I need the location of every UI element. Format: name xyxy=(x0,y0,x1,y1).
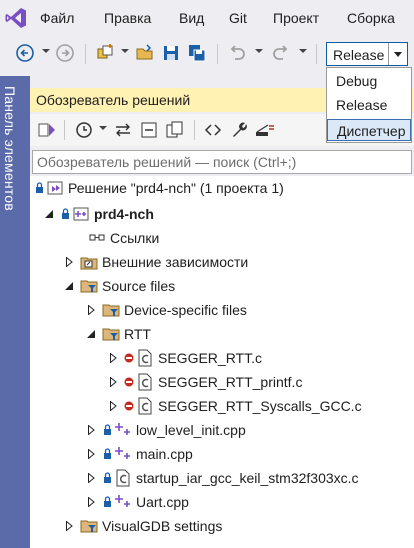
switch-views-icon[interactable] xyxy=(36,119,58,141)
forward-icon[interactable] xyxy=(54,42,76,64)
save-all-icon[interactable] xyxy=(186,42,208,64)
excluded-icon xyxy=(124,352,134,364)
tree-item-source-files[interactable]: Source files xyxy=(62,274,175,297)
expanded-arrow-icon[interactable] xyxy=(62,279,76,293)
tree-item-low-level-init-cpp[interactable]: low_level_init.cpp xyxy=(84,418,246,441)
tree-item-external-deps[interactable]: Внешние зависимости xyxy=(62,250,248,273)
tree-item-startup-c[interactable]: startup_iar_gcc_keil_stm32f303xc.c xyxy=(84,466,359,489)
tree-item-main-cpp[interactable]: main.cpp xyxy=(84,442,193,465)
new-item-dropdown-arrow-icon[interactable] xyxy=(121,49,129,53)
configuration-value: Release xyxy=(333,47,385,63)
configuration-dropdown-list: Debug Release Диспетчер xyxy=(326,67,412,143)
toolbox-side-tab-label: Панель элементов xyxy=(2,86,18,211)
collapsed-arrow-icon[interactable] xyxy=(106,351,120,365)
toolbar-separator xyxy=(194,120,195,140)
solution-search-box[interactable] xyxy=(32,150,412,174)
menu-file[interactable]: Файл xyxy=(40,10,74,26)
properties-wrench-icon[interactable] xyxy=(228,119,250,141)
excluded-icon xyxy=(124,400,134,412)
toolbox-side-tab[interactable]: Панель элементов xyxy=(0,76,30,548)
view-code-icon[interactable] xyxy=(202,119,224,141)
c-file-icon xyxy=(136,397,154,415)
lock-icon xyxy=(102,496,112,508)
pending-changes-filter-icon[interactable] xyxy=(74,119,96,141)
show-all-files-icon[interactable] xyxy=(164,119,186,141)
collapsed-arrow-icon[interactable] xyxy=(62,255,76,269)
lock-icon xyxy=(102,424,112,436)
tree-item-project[interactable]: prd4-nch xyxy=(42,202,154,225)
solution-configuration-select[interactable]: Release xyxy=(326,42,408,66)
save-icon[interactable] xyxy=(160,42,182,64)
menu-edit[interactable]: Правка xyxy=(104,10,151,26)
chevron-down-icon[interactable] xyxy=(388,43,407,65)
tree-item-solution[interactable]: Решение "prd4-nch" (1 проекта 1) xyxy=(34,176,284,199)
tree-item-device-specific-files[interactable]: Device-specific files xyxy=(84,298,247,321)
tree-item-segger-rtt-printf-c[interactable]: SEGGER_RTT_printf.c xyxy=(106,370,302,393)
lock-icon xyxy=(34,182,44,194)
config-option-release[interactable]: Release xyxy=(327,94,411,116)
filter-dropdown-arrow-icon[interactable] xyxy=(99,126,107,130)
collapsed-arrow-icon[interactable] xyxy=(62,519,76,533)
lock-icon xyxy=(102,448,112,460)
open-folder-icon[interactable] xyxy=(134,42,156,64)
back-dropdown-arrow-icon[interactable] xyxy=(42,49,50,53)
toolbar-separator xyxy=(217,44,218,64)
redo-icon[interactable] xyxy=(270,42,292,64)
solution-search-input[interactable] xyxy=(37,153,407,171)
menu-view[interactable]: Вид xyxy=(179,10,204,26)
cpp-file-icon xyxy=(114,445,132,463)
back-icon[interactable] xyxy=(14,42,36,64)
c-file-icon xyxy=(114,469,132,487)
cpp-file-icon xyxy=(114,493,132,511)
tree-item-visualgdb-settings[interactable]: VisualGDB settings xyxy=(62,514,222,537)
collapse-all-icon[interactable] xyxy=(138,119,160,141)
external-deps-icon xyxy=(80,253,98,271)
cpp-file-icon xyxy=(114,421,132,439)
menu-git[interactable]: Git xyxy=(229,10,247,26)
toolbar-separator xyxy=(316,44,317,64)
solution-tree: Решение "prd4-nch" (1 проекта 1) prd4-nc… xyxy=(30,176,414,548)
filter-folder-icon xyxy=(102,325,120,343)
undo-icon[interactable] xyxy=(226,42,248,64)
expanded-arrow-icon[interactable] xyxy=(84,327,98,341)
panel-title: Обозреватель решений xyxy=(36,92,191,108)
collapsed-arrow-icon[interactable] xyxy=(84,423,98,437)
tree-item-rtt[interactable]: RTT xyxy=(84,322,151,345)
c-file-icon xyxy=(136,349,154,367)
filter-folder-icon xyxy=(80,517,98,535)
tree-item-segger-rtt-syscalls-gcc-c[interactable]: SEGGER_RTT_Syscalls_GCC.c xyxy=(106,394,362,417)
c-file-icon xyxy=(136,373,154,391)
visual-studio-logo-icon[interactable] xyxy=(4,6,28,33)
collapsed-arrow-icon[interactable] xyxy=(84,303,98,317)
collapsed-arrow-icon[interactable] xyxy=(84,471,98,485)
preview-selected-items-icon[interactable] xyxy=(254,119,276,141)
collapsed-arrow-icon[interactable] xyxy=(106,375,120,389)
toolbar-separator xyxy=(64,120,65,140)
expanded-arrow-icon[interactable] xyxy=(42,207,56,221)
solution-icon xyxy=(46,179,64,197)
collapsed-arrow-icon[interactable] xyxy=(84,447,98,461)
tree-item-references[interactable]: Ссылки xyxy=(88,226,159,249)
cpp-project-icon xyxy=(72,205,90,223)
lock-icon xyxy=(60,208,70,220)
menu-bar: Файл Правка Вид Git Проект Сборка xyxy=(0,0,414,36)
filter-folder-icon xyxy=(80,277,98,295)
tree-item-uart-cpp[interactable]: Uart.cpp xyxy=(84,490,189,513)
toolbar-separator xyxy=(85,44,86,64)
filter-folder-icon xyxy=(102,301,120,319)
redo-dropdown-arrow-icon[interactable] xyxy=(299,49,307,53)
undo-dropdown-arrow-icon[interactable] xyxy=(255,49,263,53)
collapsed-arrow-icon[interactable] xyxy=(106,399,120,413)
new-item-icon[interactable] xyxy=(94,42,116,64)
tree-item-segger-rtt-c[interactable]: SEGGER_RTT.c xyxy=(106,346,262,369)
menu-build[interactable]: Сборка xyxy=(347,10,395,26)
references-icon xyxy=(88,229,106,247)
config-option-manager[interactable]: Диспетчер xyxy=(327,119,411,141)
menu-project[interactable]: Проект xyxy=(273,10,319,26)
config-option-debug[interactable]: Debug xyxy=(327,70,411,92)
lock-icon xyxy=(102,472,112,484)
sync-with-document-icon[interactable] xyxy=(112,119,134,141)
excluded-icon xyxy=(124,376,134,388)
collapsed-arrow-icon[interactable] xyxy=(84,495,98,509)
